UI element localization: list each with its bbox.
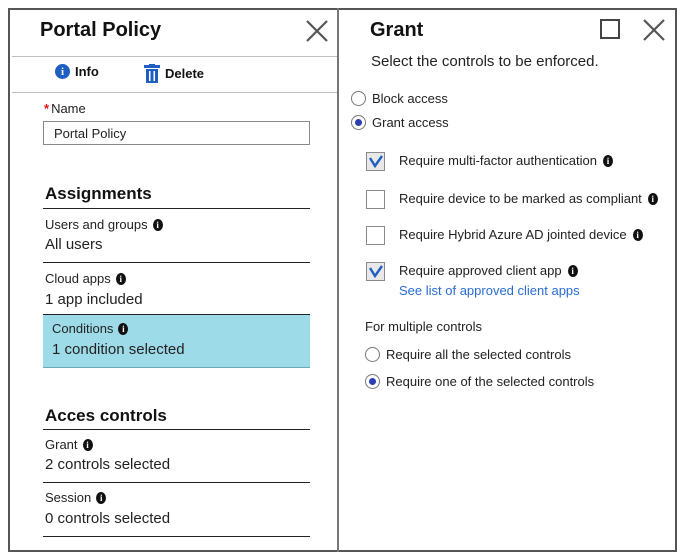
policy-blade-header: Portal Policy — [10, 10, 337, 56]
grant-title: Grant — [370, 19, 424, 41]
close-icon — [306, 20, 328, 42]
maximize-button[interactable] — [600, 19, 620, 39]
close-icon — [643, 19, 665, 41]
control-label: Require approved client app — [399, 263, 562, 278]
hybrid-device-control: Require Hybrid Azure AD jointed device i — [366, 226, 643, 245]
checkbox[interactable] — [366, 190, 385, 209]
mfa-control: Require multi-factor authentication i — [366, 152, 613, 171]
delete-button[interactable]: Delete — [144, 64, 204, 83]
access-controls-title: Acces controls — [45, 406, 167, 425]
grant-subtitle: Select the controls to be enforced. — [371, 53, 599, 70]
info-tooltip-icon[interactable]: i — [647, 192, 658, 205]
block-access-option[interactable]: Block access — [351, 91, 448, 106]
checkmark-icon — [369, 265, 383, 278]
approved-client-app-control: Require approved client app i — [366, 262, 578, 281]
session-item[interactable]: Session i 0 controls selected — [43, 483, 310, 535]
compliant-device-control: Require device to be marked as compliant… — [366, 190, 658, 209]
close-grant-button[interactable] — [642, 18, 666, 42]
radio-label: Require one of the selected controls — [386, 374, 595, 389]
info-tooltip-icon[interactable]: i — [82, 438, 93, 451]
users-and-groups-item[interactable]: Users and groups i All users — [43, 209, 310, 261]
control-label: Require multi-factor authentication — [399, 153, 597, 168]
item-label: Grant — [45, 437, 78, 452]
policy-title: Portal Policy — [40, 19, 162, 41]
policy-blade: Portal Policy i Info Delete * Name Porta… — [10, 10, 337, 550]
info-tooltip-icon[interactable]: i — [118, 322, 129, 335]
control-label: Require device to be marked as compliant — [399, 191, 642, 206]
info-icon: i — [55, 64, 70, 79]
item-divider — [43, 536, 310, 537]
checkbox[interactable] — [366, 262, 385, 281]
item-value: 1 app included — [45, 291, 143, 308]
info-tooltip-icon[interactable]: i — [632, 228, 643, 241]
trash-icon — [144, 64, 160, 83]
radio-button[interactable] — [351, 91, 366, 106]
conditions-item[interactable]: Conditions i 1 condition selected — [43, 315, 310, 368]
close-policy-button[interactable] — [305, 19, 329, 43]
radio-label: Require all the selected controls — [386, 347, 571, 362]
info-button[interactable]: i Info — [55, 64, 99, 79]
item-value: 1 condition selected — [52, 341, 185, 358]
radio-button[interactable] — [365, 347, 380, 362]
checkbox[interactable] — [366, 152, 385, 171]
checkmark-icon — [369, 155, 383, 168]
radio-button[interactable] — [365, 374, 380, 389]
info-tooltip-icon[interactable]: i — [603, 154, 613, 167]
require-one-option[interactable]: Require one of the selected controls — [365, 374, 594, 389]
item-value: 0 controls selected — [45, 510, 171, 527]
radio-label: Block access — [372, 91, 448, 106]
item-label: Session — [45, 490, 92, 505]
policy-name-input[interactable] — [43, 121, 310, 145]
name-field-label: * Name — [44, 101, 86, 116]
info-tooltip-icon[interactable]: i — [115, 272, 126, 285]
approved-apps-link[interactable]: See list of approved client apps — [399, 283, 580, 298]
toolbar-divider — [12, 92, 337, 93]
toolbar: i Info Delete — [10, 58, 337, 92]
grant-blade: Grant Select the controls to be enforced… — [339, 10, 675, 550]
cloud-apps-item[interactable]: Cloud apps i 1 app included — [43, 263, 310, 314]
item-label: Cloud apps — [45, 271, 111, 286]
info-button-label: Info — [75, 64, 99, 79]
item-value: All users — [45, 236, 103, 253]
info-tooltip-icon[interactable]: i — [567, 264, 578, 277]
require-all-option[interactable]: Require all the selected controls — [365, 347, 571, 362]
required-mark: * — [44, 101, 50, 116]
item-value: 2 controls selected — [45, 456, 171, 473]
item-label: Conditions — [52, 321, 114, 336]
assignments-title: Assignments — [45, 184, 152, 203]
name-label-text: Name — [51, 101, 86, 116]
radio-label: Grant access — [372, 115, 449, 130]
grant-access-option[interactable]: Grant access — [351, 115, 449, 130]
header-divider — [12, 56, 337, 57]
multiple-controls-label: For multiple controls — [365, 319, 483, 334]
grant-item[interactable]: Grant i 2 controls selected — [43, 430, 310, 482]
checkbox[interactable] — [366, 226, 385, 245]
control-label: Require Hybrid Azure AD jointed device — [399, 227, 627, 242]
delete-button-label: Delete — [165, 66, 205, 81]
info-tooltip-icon[interactable]: i — [96, 491, 107, 504]
item-label: Users and groups — [45, 217, 148, 232]
radio-button[interactable] — [351, 115, 366, 130]
info-tooltip-icon[interactable]: i — [152, 218, 163, 231]
